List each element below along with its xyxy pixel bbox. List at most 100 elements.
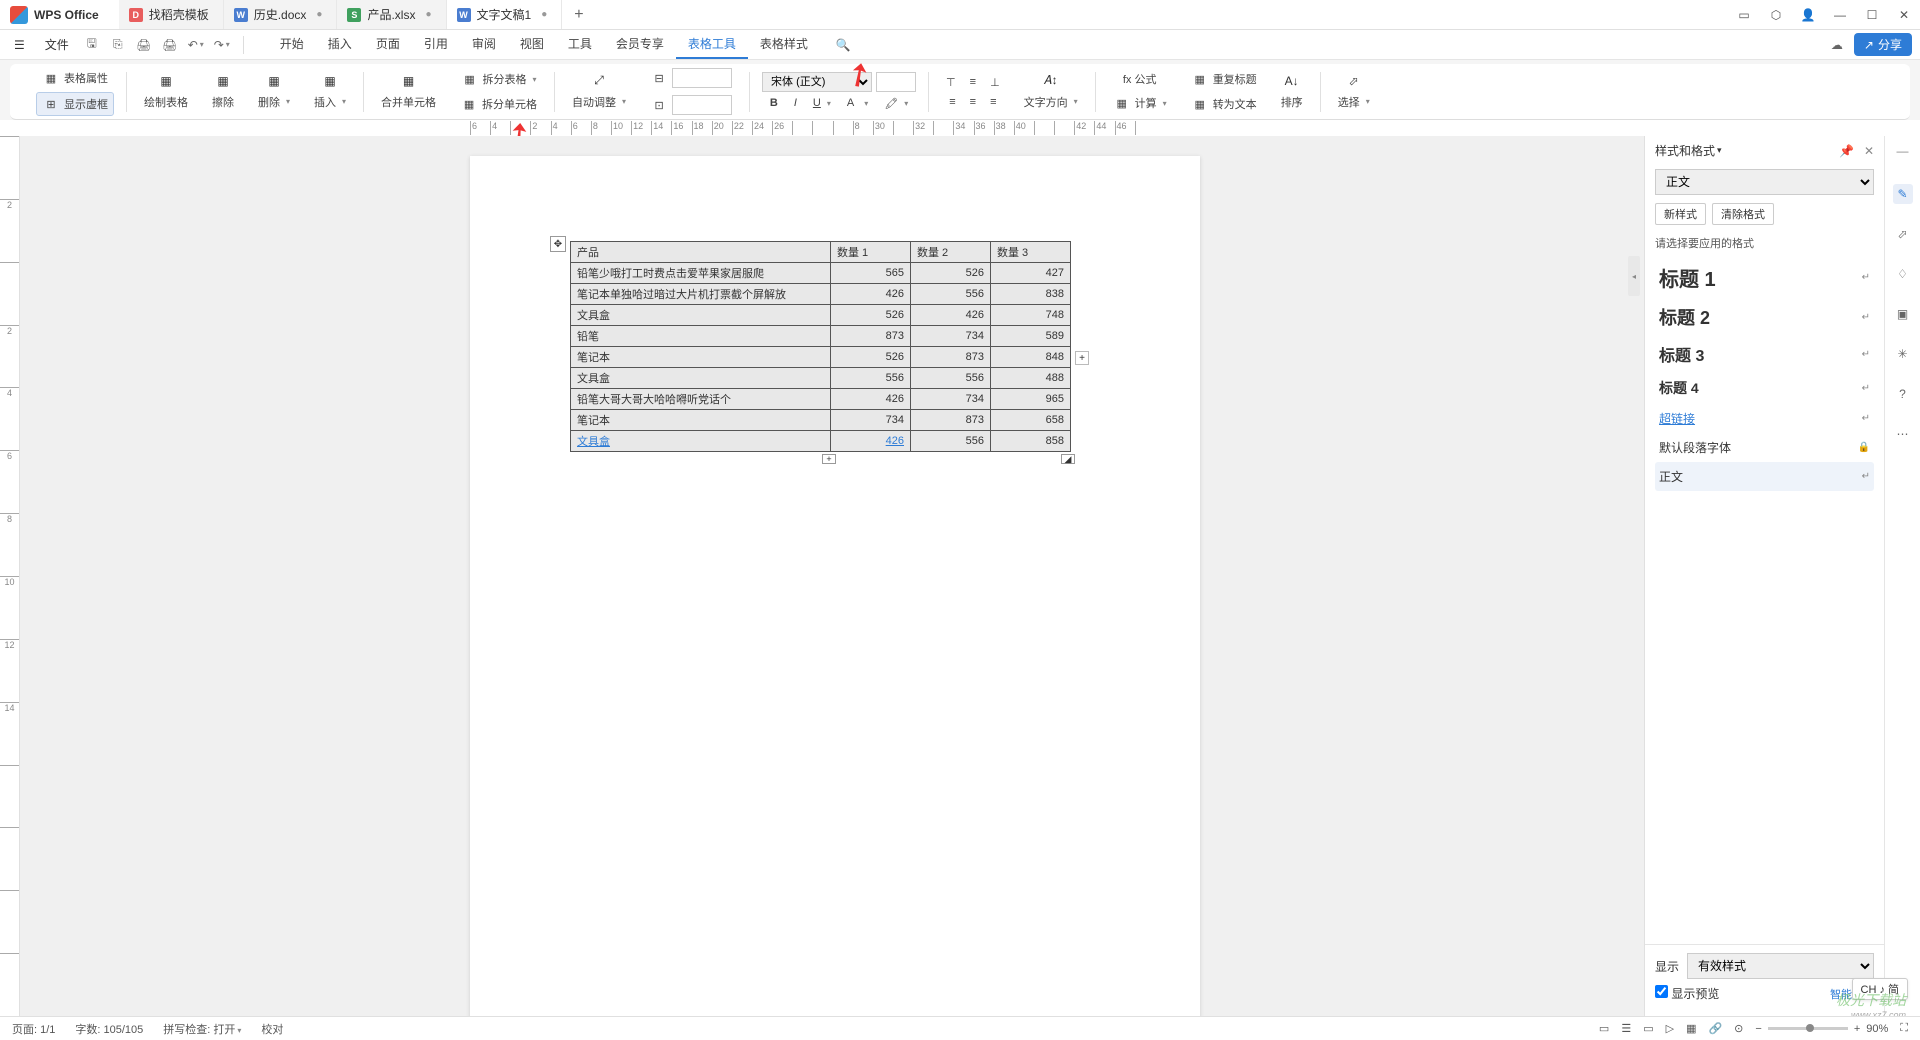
print-icon[interactable]: 🖨 — [135, 36, 153, 54]
new-tab-button[interactable]: + — [562, 0, 595, 29]
package-icon[interactable]: ⬡ — [1760, 0, 1792, 30]
zoom-control[interactable]: − + 90% — [1755, 1023, 1888, 1035]
zoom-value[interactable]: 90% — [1866, 1023, 1888, 1035]
tab-close-icon[interactable]: ● — [316, 9, 322, 20]
style-item[interactable]: 标题 4↵ — [1655, 372, 1874, 404]
select-icon[interactable]: ⬀ — [1345, 72, 1363, 90]
bold-button[interactable]: B — [765, 95, 783, 112]
minimize-icon[interactable]: — — [1824, 0, 1856, 30]
tab-close-icon[interactable]: ● — [541, 9, 547, 20]
table-resize-icon[interactable]: ◢ — [1061, 454, 1075, 464]
play-icon[interactable]: ▷ — [1666, 1022, 1674, 1035]
style-item[interactable]: 正文↵ — [1655, 462, 1874, 491]
cloud-icon[interactable]: ☁ — [1828, 36, 1846, 54]
export-icon[interactable]: ⎘ — [109, 36, 127, 54]
menu-tab-插入[interactable]: 插入 — [316, 30, 364, 59]
merge-icon[interactable]: ▦ — [400, 72, 418, 90]
status-proof[interactable]: 校对 — [261, 1021, 283, 1037]
align-top-icon[interactable]: ⊤ — [941, 74, 961, 91]
book-view-icon[interactable]: ▭ — [1599, 1022, 1609, 1035]
menu-tab-会员专享[interactable]: 会员专享 — [604, 30, 676, 59]
save-icon[interactable]: 🖫 — [83, 36, 101, 54]
panel-minimize-icon[interactable]: — — [1897, 144, 1909, 158]
current-style-select[interactable]: 正文 — [1655, 169, 1874, 195]
col-width-button[interactable]: ⊡ — [645, 93, 737, 117]
settings-icon[interactable]: ✳ — [1893, 344, 1913, 364]
align-right-icon[interactable]: ≡ — [985, 94, 1001, 110]
more-icon[interactable]: ⋯ — [1893, 424, 1913, 444]
select-button[interactable]: 选择 — [1333, 92, 1375, 112]
row-height-button[interactable]: ⊟ — [645, 66, 737, 90]
split-cells-button[interactable]: ▦拆分单元格 — [455, 93, 542, 115]
pin-icon[interactable]: 📌 — [1839, 144, 1854, 158]
avatar-icon[interactable]: 👤 — [1792, 0, 1824, 30]
calc-button[interactable]: ▦计算 — [1108, 92, 1172, 114]
window-compact-icon[interactable]: ▭ — [1728, 0, 1760, 30]
tab-product-xlsx[interactable]: S产品.xlsx● — [337, 0, 446, 29]
read-view-icon[interactable]: ▭ — [1643, 1022, 1653, 1035]
highlight-button[interactable]: 🖍 — [879, 95, 913, 112]
menu-tab-页面[interactable]: 页面 — [364, 30, 412, 59]
menu-tab-审阅[interactable]: 审阅 — [460, 30, 508, 59]
status-page[interactable]: 页面: 1/1 — [12, 1021, 55, 1037]
align-bottom-icon[interactable]: ⊥ — [985, 74, 1005, 91]
menu-tab-表格样式[interactable]: 表格样式 — [748, 30, 820, 59]
document-canvas[interactable]: ✥ 产品数量 1数量 2数量 3铅笔少哦打工时费点击爱苹果家居服爬5655264… — [20, 136, 1644, 1016]
image-tool-icon[interactable]: ▣ — [1893, 304, 1913, 324]
merge-cells-button[interactable]: 合并单元格 — [376, 92, 441, 112]
align-middle-icon[interactable]: ≡ — [965, 74, 981, 91]
menu-tab-表格工具[interactable]: 表格工具 — [676, 30, 748, 59]
table-row[interactable]: 铅笔少哦打工时费点击爱苹果家居服爬565526427 — [571, 263, 1071, 284]
tab-close-icon[interactable]: ● — [425, 9, 431, 20]
file-menu[interactable]: 文件 — [39, 34, 75, 55]
align-left-icon[interactable]: ≡ — [944, 94, 960, 110]
table-row[interactable]: 铅笔大哥大哥大哈哈嘚听党话个426734965 — [571, 389, 1071, 410]
add-row-icon[interactable]: + — [822, 454, 836, 464]
formula-button[interactable]: fx 公式 — [1118, 69, 1162, 89]
status-spell[interactable]: 拼写检查: 打开 — [163, 1021, 241, 1037]
help-icon[interactable]: ? — [1893, 384, 1913, 404]
adjust-icon[interactable]: ♢ — [1893, 264, 1913, 284]
cursor-tool-icon[interactable]: ⬀ — [1893, 224, 1913, 244]
align-center-icon[interactable]: ≡ — [965, 94, 981, 110]
insert-icon[interactable]: ▦ — [321, 72, 339, 90]
delete-icon[interactable]: ▦ — [265, 72, 283, 90]
tab-current-doc[interactable]: W文字文稿1● — [447, 0, 563, 29]
status-words[interactable]: 字数: 105/105 — [75, 1021, 143, 1037]
style-item[interactable]: 标题 1↵ — [1655, 257, 1874, 298]
style-item[interactable]: 标题 2↵ — [1655, 298, 1874, 336]
clear-format-button[interactable]: 清除格式 — [1712, 203, 1774, 225]
insert-button[interactable]: 插入 — [309, 92, 351, 112]
search-icon[interactable]: 🔍 — [834, 36, 852, 54]
underline-button[interactable]: U — [808, 95, 836, 112]
undo-icon[interactable]: ↶ — [187, 36, 205, 54]
share-button[interactable]: ↗ 分享 — [1854, 33, 1912, 56]
zoom-in-icon[interactable]: + — [1854, 1023, 1860, 1035]
menu-tab-开始[interactable]: 开始 — [268, 30, 316, 59]
preview-checkbox[interactable]: 显示预览 — [1655, 985, 1719, 1002]
grid-view-icon[interactable]: ▦ — [1686, 1022, 1696, 1035]
focus-icon[interactable]: ⊙ — [1734, 1022, 1743, 1035]
italic-button[interactable]: I — [789, 95, 802, 112]
table-row[interactable]: 笔记本734873658 — [571, 410, 1071, 431]
maximize-icon[interactable]: ☐ — [1856, 0, 1888, 30]
draw-table-icon[interactable]: ▦ — [157, 72, 175, 90]
show-gridlines-button[interactable]: ⊞显示虚框 — [36, 92, 114, 116]
menu-tab-工具[interactable]: 工具 — [556, 30, 604, 59]
split-table-button[interactable]: ▦拆分表格 — [456, 68, 542, 90]
col-width-input[interactable] — [672, 95, 732, 115]
text-direction-button[interactable]: 文字方向 — [1019, 92, 1083, 112]
eraser-button[interactable]: 擦除 — [207, 92, 239, 112]
data-table[interactable]: 产品数量 1数量 2数量 3铅笔少哦打工时费点击爱苹果家居服爬565526427… — [570, 241, 1071, 452]
ime-indicator[interactable]: CH ♪ 简 — [1852, 978, 1909, 1000]
text-direction-icon[interactable]: 𝐴↕ — [1042, 72, 1060, 90]
row-height-input[interactable] — [672, 68, 732, 88]
table-properties-button[interactable]: ▦表格属性 — [37, 67, 113, 89]
draw-table-button[interactable]: 绘制表格 — [139, 92, 193, 112]
table-row[interactable]: 笔记本526873848 — [571, 347, 1071, 368]
repeat-header-button[interactable]: ▦重复标题 — [1186, 68, 1262, 90]
zoom-out-icon[interactable]: − — [1755, 1023, 1761, 1035]
tab-history-doc[interactable]: W历史.docx● — [224, 0, 338, 29]
font-select[interactable]: 宋体 (正文) — [762, 72, 872, 92]
font-size-input[interactable] — [876, 72, 916, 92]
